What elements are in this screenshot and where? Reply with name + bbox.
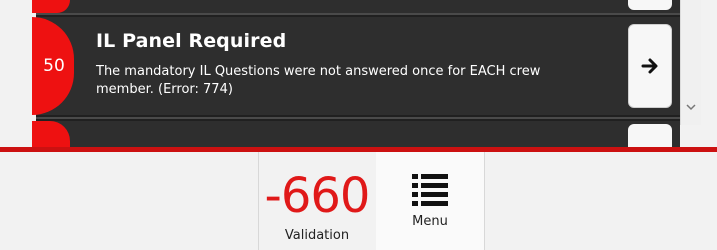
item-title: IL Panel Required [96, 30, 287, 52]
menu-label: Menu [412, 214, 448, 229]
row-divider [36, 117, 680, 119]
scroll-down-button[interactable] [684, 100, 698, 114]
toolbar-divider [484, 152, 485, 250]
validation-score: -660 [264, 168, 371, 224]
menu-tab[interactable]: Menu [376, 152, 484, 250]
open-item-button-previous[interactable] [628, 0, 672, 10]
hamburger-menu-icon [412, 174, 448, 206]
row-divider [36, 13, 680, 15]
vertical-scrollbar[interactable] [680, 0, 701, 125]
list-item-previous[interactable] [36, 0, 680, 13]
arrow-right-icon [641, 58, 658, 74]
list-item-next[interactable] [36, 121, 680, 149]
item-description: The mandatory IL Questions were not answ… [96, 64, 541, 97]
score-value: 50 [43, 56, 65, 76]
validation-list-panel: 50 IL Panel Required The mandatory IL Qu… [32, 0, 680, 149]
open-item-button[interactable] [628, 24, 672, 108]
validation-label: Validation [284, 228, 350, 243]
open-item-button-next[interactable] [628, 124, 672, 149]
chevron-down-icon [686, 104, 696, 111]
validation-tab[interactable]: -660 Validation [258, 152, 376, 250]
